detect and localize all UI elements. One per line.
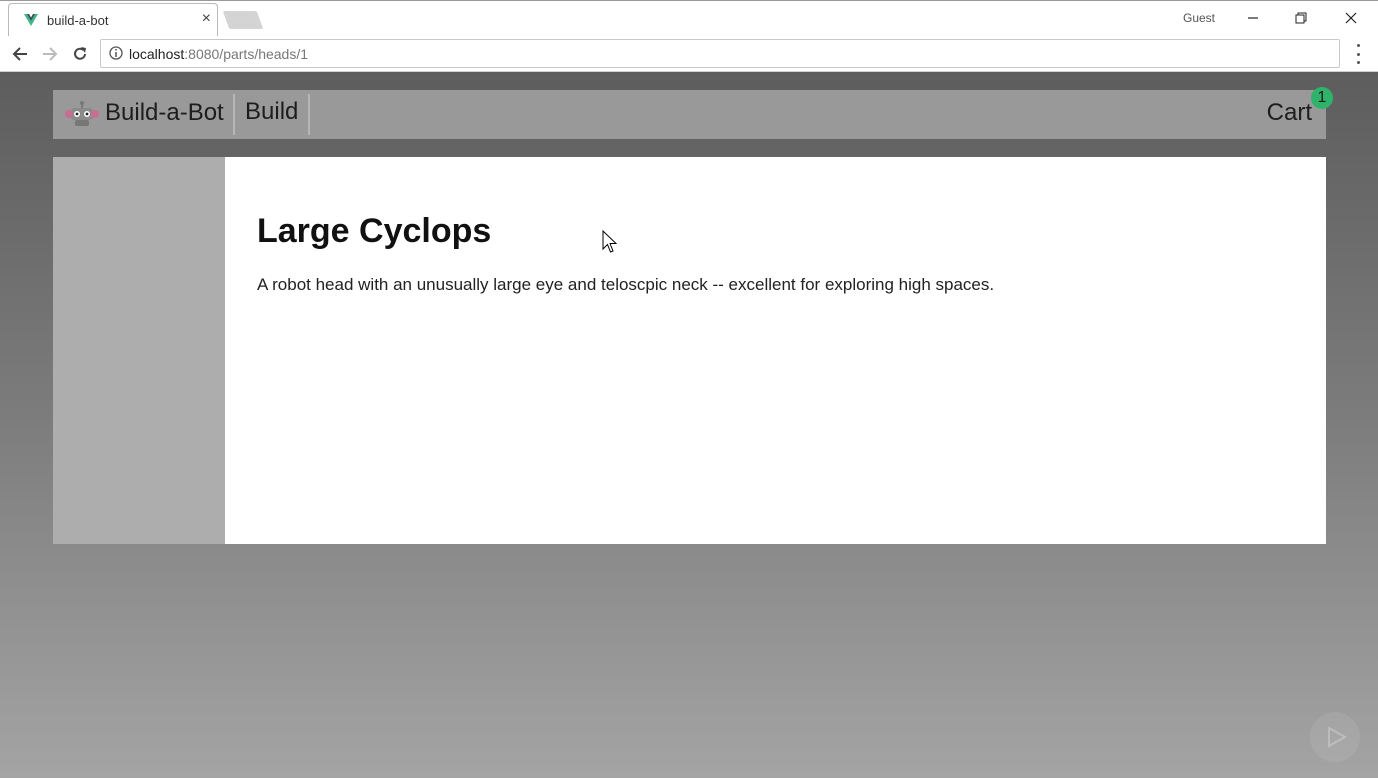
- part-title: Large Cyclops: [257, 212, 492, 250]
- content-area: Large Cyclops A robot head with an unusu…: [53, 157, 1326, 544]
- play-watermark: [1310, 712, 1360, 762]
- more-menu-icon[interactable]: [1351, 44, 1365, 64]
- tab-title: build-a-bot: [47, 13, 109, 28]
- browser-tab-strip: build-a-bot × Guest: [0, 0, 1378, 37]
- robot-logo-icon: [65, 101, 99, 126]
- url-text: localhost:8080/parts/heads/1: [129, 46, 308, 62]
- nav-cart-link[interactable]: Cart: [1267, 99, 1312, 127]
- main-panel: Large Cyclops A robot head with an unusu…: [225, 157, 1326, 544]
- browser-tab[interactable]: build-a-bot ×: [8, 3, 218, 37]
- tab-close-button[interactable]: ×: [202, 11, 211, 27]
- browser-toolbar: localhost:8080/parts/heads/1: [0, 36, 1378, 72]
- restore-button[interactable]: [1290, 7, 1312, 29]
- mouse-cursor-icon: [602, 230, 618, 253]
- address-bar[interactable]: localhost:8080/parts/heads/1: [100, 39, 1340, 68]
- url-path: :8080/parts/heads/1: [184, 46, 309, 62]
- info-icon[interactable]: [109, 46, 123, 60]
- nav-build-link[interactable]: Build: [245, 98, 298, 126]
- sidebar: [53, 157, 225, 544]
- back-button[interactable]: [9, 43, 31, 65]
- profile-label[interactable]: Guest: [1183, 11, 1215, 25]
- minimize-icon: [1248, 17, 1258, 19]
- brand-name: Build-a-Bot: [105, 99, 224, 126]
- nav-divider: [308, 94, 310, 135]
- close-icon: [1345, 12, 1357, 24]
- page-viewport: Build-a-Bot Build Cart 1 Large Cyclops A…: [0, 72, 1378, 778]
- restore-icon: [1295, 12, 1307, 24]
- reload-button[interactable]: [69, 43, 91, 65]
- play-watermark-icon: [1328, 726, 1348, 748]
- brand-link[interactable]: Build-a-Bot: [53, 90, 233, 139]
- new-tab-button[interactable]: [222, 11, 264, 29]
- close-window-button[interactable]: [1340, 7, 1362, 29]
- minimize-button[interactable]: [1242, 7, 1264, 29]
- vue-favicon-icon: [24, 14, 38, 26]
- part-description: A robot head with an unusually large eye…: [257, 275, 995, 294]
- nav-divider: [233, 94, 235, 135]
- cart-count-badge: 1: [1311, 87, 1333, 109]
- app-header: Build-a-Bot Build Cart 1: [53, 87, 1333, 139]
- back-arrow-icon: [12, 47, 27, 61]
- url-host: localhost: [129, 46, 185, 62]
- forward-arrow-icon: [43, 47, 58, 61]
- forward-button[interactable]: [39, 43, 61, 65]
- reload-icon: [74, 47, 86, 60]
